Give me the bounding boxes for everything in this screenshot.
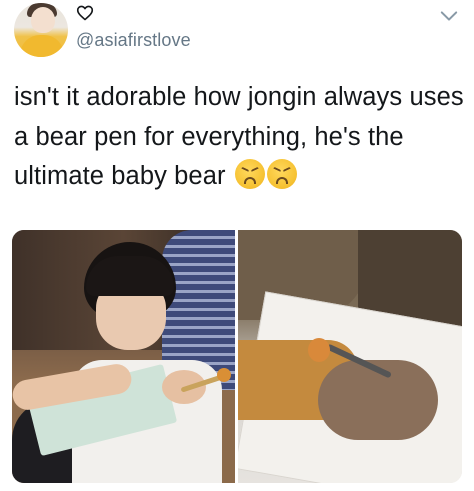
tweet-media — [12, 230, 462, 483]
avatar-face — [31, 7, 55, 33]
avatar-shirt — [20, 35, 64, 57]
photo-left[interactable] — [12, 230, 235, 483]
avatar[interactable] — [14, 3, 68, 57]
heart-icon[interactable] — [76, 5, 94, 21]
chevron-down-icon[interactable] — [440, 10, 458, 22]
photo-right[interactable] — [238, 230, 462, 483]
tweet-text: isn't it adorable how jongin always uses… — [14, 78, 464, 197]
user-handle[interactable]: @asiafirstlove — [76, 30, 191, 51]
tired-face-emoji-icon — [234, 159, 265, 189]
tweet-header: @asiafirstlove — [0, 0, 474, 68]
tired-face-emoji-icon — [266, 159, 297, 189]
